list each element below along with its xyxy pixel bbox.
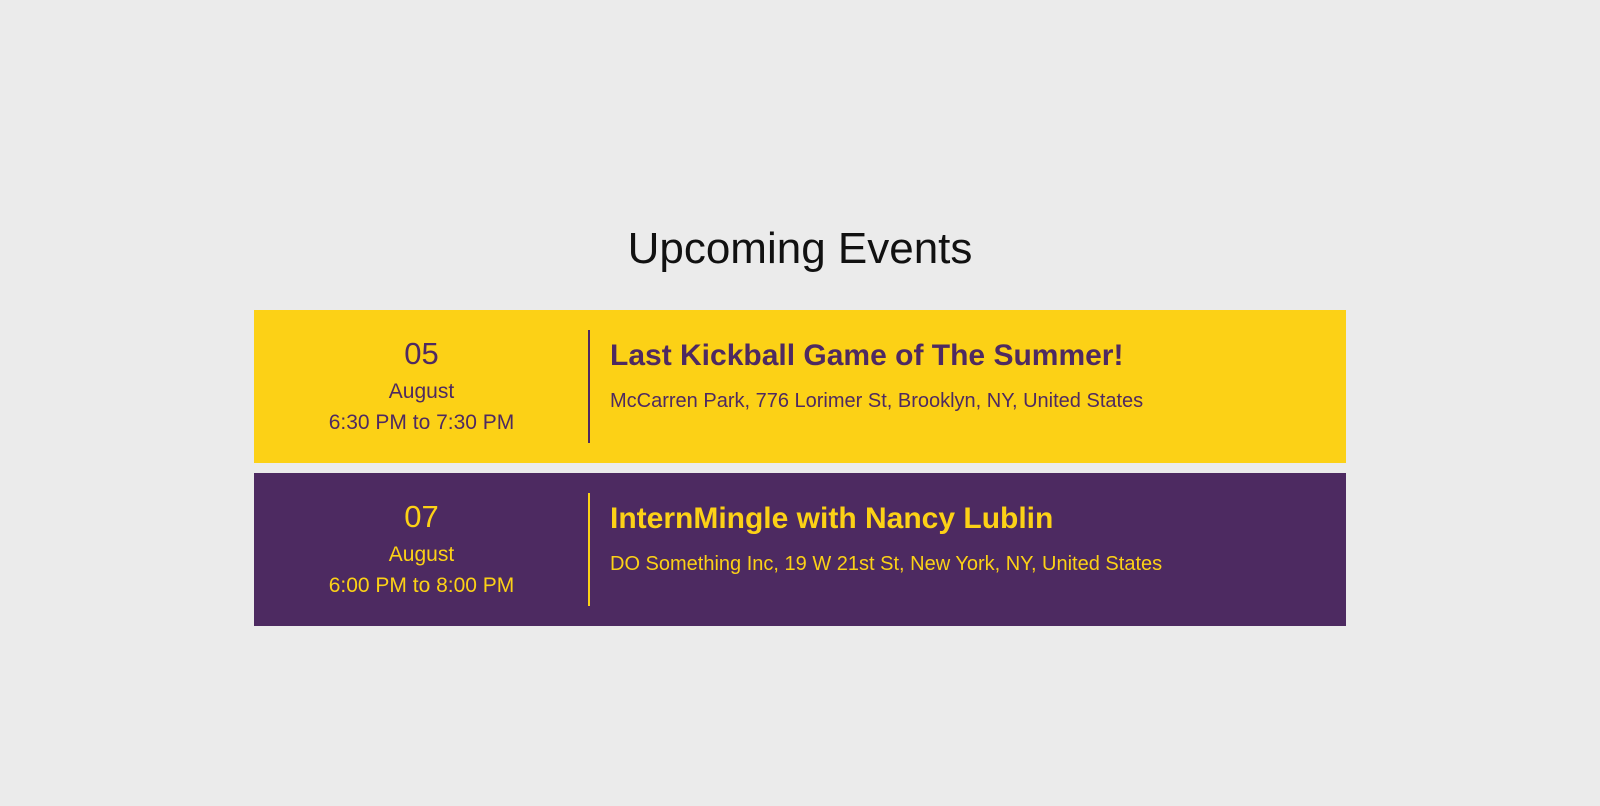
event-location: DO Something Inc, 19 W 21st St, New York… [610, 553, 1163, 575]
event-month: August [388, 543, 455, 566]
event-card[interactable]: 05 August 6:30 PM to 7:30 PM Last Kickba… [254, 310, 1346, 463]
event-day: 07 [404, 499, 439, 534]
event-title-link[interactable]: InternMingle with Nancy Lublin [610, 501, 1053, 537]
event-title-link[interactable]: Last Kickball Game of The Summer! [610, 338, 1123, 374]
event-divider [588, 493, 590, 606]
event-location: McCarren Park, 776 Lorimer St, Brooklyn,… [610, 390, 1144, 412]
event-time: 6:30 PM to 7:30 PM [328, 411, 515, 434]
event-card[interactable]: 07 August 6:00 PM to 8:00 PM InternMingl… [254, 473, 1346, 626]
event-day: 05 [404, 336, 439, 371]
event-date-block: 05 August 6:30 PM to 7:30 PM [254, 310, 589, 463]
section-title: Upcoming Events [627, 224, 973, 273]
event-time: 6:00 PM to 8:00 PM [328, 574, 515, 597]
event-date-block: 07 August 6:00 PM to 8:00 PM [254, 473, 589, 626]
event-month: August [388, 380, 455, 403]
event-list: 05 August 6:30 PM to 7:30 PM Last Kickba… [254, 310, 1346, 636]
event-divider [588, 330, 590, 443]
